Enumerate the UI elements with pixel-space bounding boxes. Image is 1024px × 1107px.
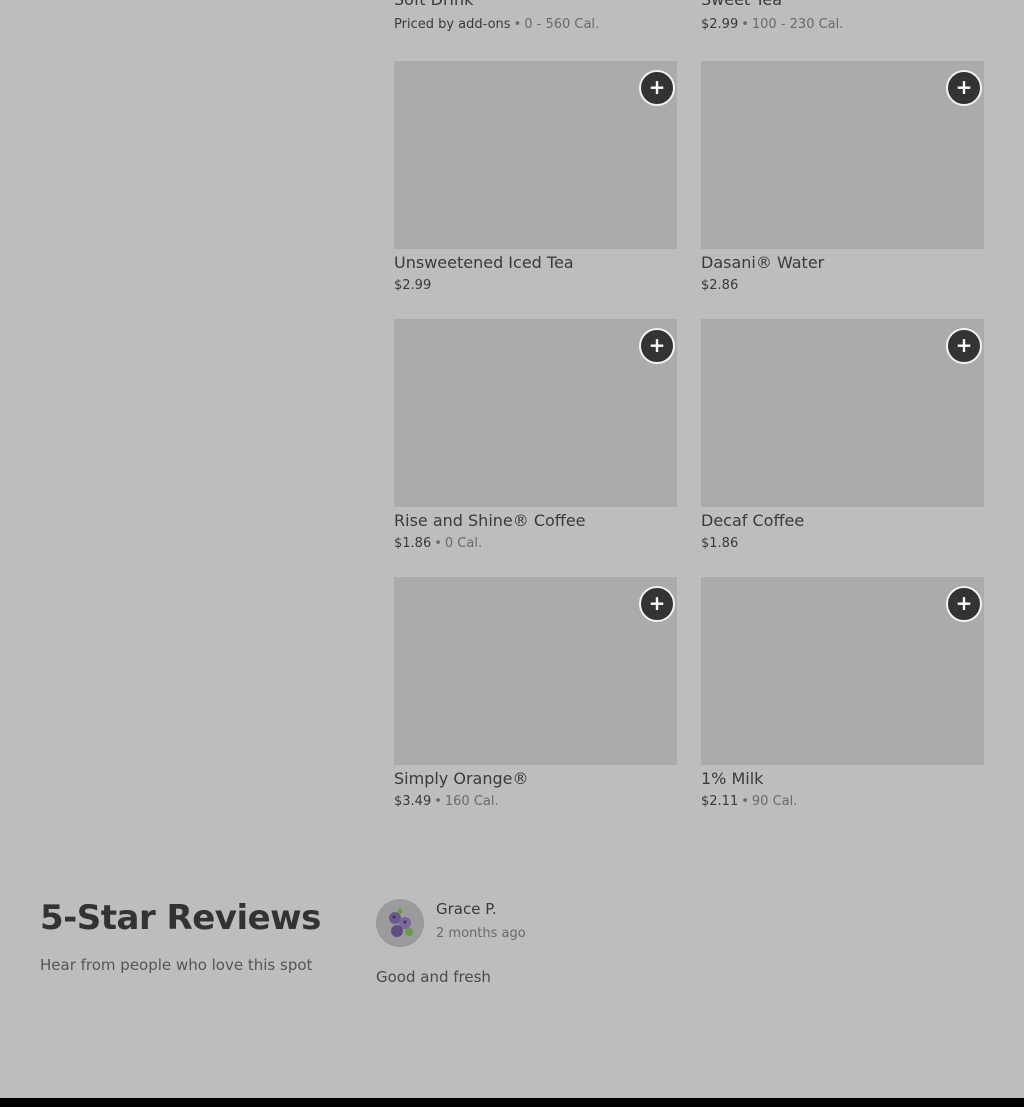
menu-item-meta: Priced by add-ons • 0 - 560 Cal. (394, 16, 677, 33)
blueberry-avatar-icon (376, 899, 424, 947)
meta-separator: • (434, 794, 442, 809)
menu-item-meta: $3.49 • 160 Cal. (394, 793, 677, 810)
add-to-cart-button[interactable]: + (639, 586, 675, 622)
menu-item-card[interactable]: + Rise and Shine® Coffee $1.86 • 0 Cal. (394, 319, 677, 552)
review-date: 2 months ago (436, 926, 526, 941)
menu-item-calories: 0 Cal. (444, 536, 483, 551)
menu-item-name: Unsweetened Iced Tea (394, 253, 574, 272)
menu-item-image[interactable]: + (701, 577, 984, 765)
menu-item-soft-drink[interactable]: Soft Drink Priced by add-ons•0 - 560 Cal… (394, 0, 677, 33)
menu-item-image[interactable]: + (394, 319, 677, 507)
menu-item-price: $2.86 (701, 278, 739, 293)
plus-icon: + (955, 591, 973, 615)
menu-page: Soft Drink Priced by add-ons•0 - 560 Cal… (0, 0, 1024, 1107)
menu-item-card[interactable]: + Dasani® Water $2.86 (701, 61, 984, 294)
add-to-cart-button[interactable]: + (639, 328, 675, 364)
add-to-cart-button[interactable]: + (639, 70, 675, 106)
menu-item-price: $2.11 (701, 794, 739, 809)
menu-item-meta: $2.99 • 100 - 230 Cal. (701, 16, 984, 33)
menu-item-price: $1.86 (701, 536, 739, 551)
meta-separator: • (741, 17, 749, 32)
menu-item-meta: $1.86 (701, 535, 984, 552)
menu-item-sweet-tea[interactable]: Sweet Tea $2.99•100 - 230 Cal. (701, 0, 984, 33)
menu-item-card[interactable]: + Unsweetened Iced Tea $2.99 (394, 61, 677, 294)
menu-item-calories: 160 Cal. (444, 794, 499, 809)
plus-icon: + (648, 75, 666, 99)
menu-item-name: Dasani® Water (701, 253, 825, 272)
menu-item-price: Priced by add-ons (394, 17, 511, 32)
reviewer-name: Grace P. (436, 900, 497, 918)
meta-separator: • (513, 17, 522, 32)
menu-item-meta: $2.99 (394, 277, 677, 294)
menu-item-name: 1% Milk (701, 769, 764, 788)
menu-item-name: Sweet Tea (701, 0, 984, 10)
menu-item-card[interactable]: + Decaf Coffee $1.86 (701, 319, 984, 552)
menu-item-image[interactable]: + (701, 61, 984, 249)
menu-item-card[interactable]: + 1% Milk $2.11 • 90 Cal. (701, 577, 984, 810)
menu-item-price: $1.86 (394, 536, 432, 551)
reviews-subtitle: Hear from people who love this spot (40, 956, 313, 974)
menu-item-meta: $1.86 • 0 Cal. (394, 535, 677, 552)
menu-item-price: $2.99 (701, 17, 739, 32)
menu-item-meta: $2.11 • 90 Cal. (701, 793, 984, 810)
menu-item-card[interactable]: + Simply Orange® $3.49 • 160 Cal. (394, 577, 677, 810)
menu-item-image[interactable]: + (394, 577, 677, 765)
meta-separator: • (434, 536, 442, 551)
menu-item-meta: $2.86 (701, 277, 984, 294)
menu-item-name: Rise and Shine® Coffee (394, 511, 586, 530)
menu-item-name: Simply Orange® (394, 769, 529, 788)
menu-item-image[interactable]: + (394, 61, 677, 249)
meta-separator: • (741, 794, 749, 809)
review-text: Good and fresh (376, 968, 491, 986)
reviews-title: 5-Star Reviews (40, 898, 321, 938)
plus-icon: + (648, 591, 666, 615)
menu-item-name: Soft Drink (394, 0, 677, 10)
add-to-cart-button[interactable]: + (946, 70, 982, 106)
add-to-cart-button[interactable]: + (946, 586, 982, 622)
add-to-cart-button[interactable]: + (946, 328, 982, 364)
menu-item-price: $3.49 (394, 794, 432, 809)
menu-item-calories: 90 Cal. (751, 794, 798, 809)
footer-bar (0, 1098, 1024, 1107)
plus-icon: + (955, 333, 973, 357)
menu-item-name: Decaf Coffee (701, 511, 805, 530)
menu-item-price: $2.99 (394, 278, 432, 293)
menu-item-image[interactable]: + (701, 319, 984, 507)
menu-item-calories: 0 - 560 Cal. (524, 17, 600, 32)
menu-item-calories: 100 - 230 Cal. (751, 17, 844, 32)
plus-icon: + (648, 333, 666, 357)
plus-icon: + (955, 75, 973, 99)
